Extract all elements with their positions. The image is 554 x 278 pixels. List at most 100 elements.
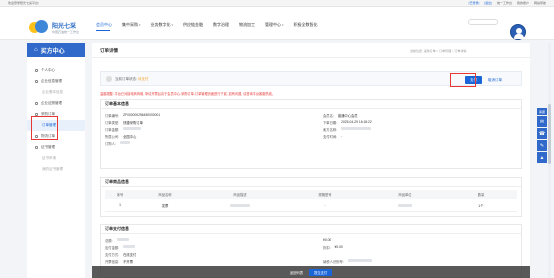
sidebar-item-cert-apply[interactable]: 证书申请 xyxy=(27,153,85,164)
home-icon: ⌂ xyxy=(34,47,38,53)
sidebar-item-label: 企业证照管理 xyxy=(41,101,62,105)
company-name: 全国中心 xyxy=(123,135,137,139)
nav-item-supply-finance[interactable]: 供应链金融 xyxy=(183,22,203,28)
seller-row: 卖方名称: xyxy=(323,127,372,132)
main-nav: 会员中心 集中采购 ▾ 业务数字化 ▾ 供应链金融 数字治理 物流加工 管理中心 ▾ … xyxy=(96,22,318,28)
goods-spec: - xyxy=(324,203,326,207)
login-status-link[interactable]: [已登录] xyxy=(469,1,480,5)
sidebar-item-label: 我的证书管理 xyxy=(42,167,63,171)
pay-method: 在线支付 xyxy=(123,253,137,257)
redacted-value xyxy=(119,141,130,144)
order-type-row: 订单类型: 快捷采购订单 xyxy=(105,120,143,125)
mail-icon[interactable]: ✎ xyxy=(537,140,547,151)
chat-icon[interactable]: ✉ xyxy=(537,116,547,127)
field-label: 会员名: xyxy=(323,114,334,118)
company-row: 所属公司: 全国中心 xyxy=(105,134,136,139)
notice-text: 温馨提醒: 平台已对接电商商城, 申请开票后请于会员中心-采购订单-订单管理页面… xyxy=(100,92,275,96)
sidebar-item-license[interactable]: 企业证照管理 xyxy=(27,98,85,109)
breadcrumb: 当前位置: 采购订单 > 订单管理 > 订单详情 xyxy=(410,49,467,53)
discount-amount: ¥0.00 xyxy=(334,245,343,249)
nav-item-management[interactable]: 管理中心 ▾ xyxy=(265,22,284,28)
nav-label: 管理中心 xyxy=(265,22,282,27)
goods-table: 序号 商品名称 商品描述 规格型号 商品单位 数量 1 发票 - 1个 xyxy=(105,190,517,212)
redacted-value xyxy=(341,127,372,130)
cancel-order-link[interactable]: 取消订单 xyxy=(488,78,502,83)
field-label: 所属公司: xyxy=(105,135,120,139)
field-label: 下单日期: xyxy=(323,121,338,125)
field-label: 订单类型: xyxy=(105,121,120,125)
top-utility-bar: 欢迎登录阳光七采平台! [已登录] [退出] 统一工作台 我的账户 网站导航 xyxy=(0,0,554,7)
order-time-row: 下单日期: 2025-04-29 16:18:22 xyxy=(323,120,372,125)
sidebar-item-company-info[interactable]: 企业信息管理 xyxy=(27,76,85,87)
sidebar-item-label: 企业信息管理 xyxy=(41,79,62,83)
sidebar-item-personal-center[interactable]: 个人中心 xyxy=(27,65,85,76)
invoice-value: 不开票 xyxy=(123,260,133,264)
order-number: ZF000000256450000001 xyxy=(123,113,161,117)
my-account-link[interactable]: 我的账户 xyxy=(517,1,529,5)
field-label: 订单编号: xyxy=(105,114,120,118)
order-amount-row: 订单金额: xyxy=(105,127,142,132)
field-label: 开票信息: xyxy=(105,260,120,264)
title-divider xyxy=(92,57,530,58)
member-row: 会员名: 普通中心会员 xyxy=(323,113,358,118)
redacted-value xyxy=(230,203,250,207)
welcome-text: 欢迎登录阳光七采平台! xyxy=(8,1,39,5)
chevron-down-icon: ▾ xyxy=(282,23,284,27)
sidebar-item-company-basic[interactable]: 企业基本信息 xyxy=(27,87,85,98)
nav-label: 集中采购 xyxy=(122,22,138,27)
site-logo[interactable]: 阳光七采 中国石油统一工作台 xyxy=(27,19,79,35)
goods-unit xyxy=(365,203,445,207)
nav-item-digital-governance[interactable]: 数字治理 xyxy=(213,22,229,28)
column-header: 商品名称 xyxy=(158,193,172,197)
pay-time: - xyxy=(341,134,343,138)
logout-link[interactable]: [退出] xyxy=(484,1,492,5)
nav-label: 业务数字化 xyxy=(150,22,171,27)
redacted-value xyxy=(116,238,129,241)
scrollbar-thumb[interactable] xyxy=(548,104,551,164)
highlight-box-pay xyxy=(450,73,476,87)
column-header: 数量 xyxy=(477,193,485,197)
back-to-list-button[interactable]: 返回列表 xyxy=(290,270,303,275)
nav-item-digitalization[interactable]: 业务数字化 ▾ xyxy=(151,22,174,28)
order-status: 当前订单状态: 待支付 xyxy=(115,77,148,82)
nav-item-member-center[interactable]: 会员中心 xyxy=(96,22,112,28)
field-label: 支付方式: xyxy=(105,253,120,257)
discount-row: 折扣: ¥0.00 xyxy=(323,245,343,250)
payable-row: 应付金额: xyxy=(105,245,136,250)
goods-name: 发票 xyxy=(161,203,169,208)
redacted-value xyxy=(398,203,412,207)
submit-pay-button[interactable]: 提交支付 xyxy=(309,268,333,276)
sidebar-item-my-certs[interactable]: 我的证书管理 xyxy=(27,164,85,175)
column-header: 商品描述 xyxy=(233,193,247,197)
footer-action-bar: 返回列表 提交支付 xyxy=(92,266,530,278)
top-icon[interactable]: ▲ xyxy=(537,152,547,163)
logo-icon xyxy=(27,19,49,35)
sidebar-item-certificates[interactable]: 证书管理 xyxy=(27,142,85,153)
phone-icon[interactable]: ☎ xyxy=(537,128,547,139)
nav-item-logistics[interactable]: 物流加工 xyxy=(239,22,255,28)
nav-item-smart[interactable]: 积极全数智化 xyxy=(294,22,318,28)
field-label: 卖方名称: xyxy=(323,128,338,132)
bidding-system-link[interactable]: 统一工作台 xyxy=(497,1,512,5)
user-avatar-icon[interactable] xyxy=(510,24,526,40)
status-label: 当前订单状态: xyxy=(115,77,137,81)
order-number-row: 订单编号: ZF000000256450000001 xyxy=(105,113,160,118)
top-links: [已登录] [退出] 统一工作台 我的账户 网站导航 xyxy=(469,1,546,5)
taxpayer-row: 纳税人识别号: xyxy=(323,259,372,264)
sidebar-item-label: 企业基本信息 xyxy=(42,90,63,94)
chevron-down-icon: ▾ xyxy=(139,23,141,27)
invoice-row: 开票信息: 不开票 xyxy=(105,259,133,264)
redacted-value xyxy=(123,245,136,248)
total-amount: ¥0.00 xyxy=(323,238,332,242)
total-row: 总额: xyxy=(105,238,129,243)
sidebar-item-label: 证书管理 xyxy=(41,145,55,149)
field-label: 支付时间: xyxy=(323,135,338,139)
total-amount-row: ¥0.00 xyxy=(323,238,331,242)
field-label: 订单金额: xyxy=(105,128,120,132)
field-label: 纳税人识别号: xyxy=(323,260,344,264)
field-label: 总额: xyxy=(105,239,113,243)
site-map-link[interactable]: 网站导航 xyxy=(534,1,546,5)
header-search-input[interactable] xyxy=(468,19,498,25)
nav-item-central-purchase[interactable]: 集中采购 ▾ xyxy=(122,22,141,28)
building-icon xyxy=(35,80,38,83)
